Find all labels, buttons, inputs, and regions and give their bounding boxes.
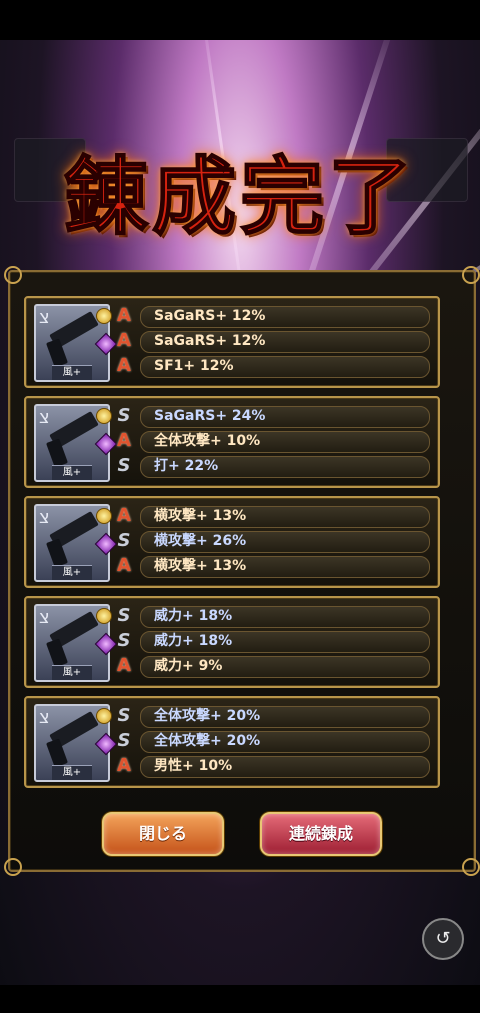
corner-ornament [462,858,480,876]
synthesis-result-card: צ 風+ S SaGaRS+ 24% A 全体攻撃+ 10% S 打+ 22% [24,396,440,488]
synthesis-result-card: צ 風+ S 全体攻撃+ 20% S 全体攻撃+ 20% A 男性+ 10% [24,696,440,788]
element-label: 風+ [52,565,92,580]
rank-icon: S [117,455,131,476]
stat-row: S 横攻撃+ 26% [114,530,430,553]
stat-row: A SaGaRS+ 12% [114,330,430,353]
stat-row: S 打+ 22% [114,455,430,478]
stat-row: A 全体攻撃+ 10% [114,430,430,453]
swirl-icon: צ [39,707,50,728]
swirl-icon: צ [39,607,50,628]
stat-text: 威力+ 9% [154,658,223,674]
rank-icon: S [117,705,131,726]
stat-row: A 威力+ 9% [114,655,430,678]
rank-icon: S [117,605,131,626]
stat-text: SaGaRS+ 12% [154,333,266,349]
stat-text: 横攻撃+ 13% [154,558,247,574]
stat-row: A 横攻撃+ 13% [114,555,430,578]
element-label: 風+ [52,365,92,380]
rank-icon: A [117,355,131,376]
stat-text: SaGaRS+ 24% [154,408,266,424]
rank-icon: A [117,305,131,326]
page-title: 錬成完了 [63,146,416,247]
stat-row: S 威力+ 18% [114,630,430,653]
rank-icon: S [117,630,131,651]
nav-bar [0,985,480,1013]
element-label: 風+ [52,465,92,480]
swirl-icon: צ [39,507,50,528]
pistol-icon[interactable]: צ 風+ [34,404,118,482]
stat-text: 威力+ 18% [154,608,233,624]
synthesis-result-card: צ 風+ S 威力+ 18% S 威力+ 18% A 威力+ 9% [24,596,440,688]
rank-icon: A [117,430,131,451]
rank-icon: S [117,730,131,751]
element-label: 風+ [52,765,92,780]
element-label: 風+ [52,665,92,680]
stat-text: 打+ 22% [154,458,219,474]
share-icon[interactable]: ↺ [422,918,464,960]
stat-row: S 全体攻撃+ 20% [114,705,430,728]
gold-coin-icon [96,308,112,324]
gold-coin-icon [96,608,112,624]
pistol-icon[interactable]: צ 風+ [34,304,118,382]
stat-text: 全体攻撃+ 20% [154,708,261,724]
gold-coin-icon [96,408,112,424]
stat-text: SF1+ 12% [154,358,234,374]
rank-icon: A [117,555,131,576]
rank-icon: A [117,505,131,526]
pistol-icon[interactable]: צ 風+ [34,504,118,582]
rank-icon: S [117,530,131,551]
swirl-icon: צ [39,307,50,328]
status-bar [0,0,480,40]
stat-row: A SaGaRS+ 12% [114,305,430,328]
synthesis-result-card: צ 風+ A 横攻撃+ 13% S 横攻撃+ 26% A 横攻撃+ 13% [24,496,440,588]
stat-text: 全体攻撃+ 10% [154,433,261,449]
stat-text: SaGaRS+ 12% [154,308,266,324]
stat-row: A 男性+ 10% [114,755,430,778]
stat-row: A SF1+ 12% [114,355,430,378]
pistol-icon[interactable]: צ 風+ [34,704,118,782]
stat-row: S SaGaRS+ 24% [114,405,430,428]
continuous-synthesis-button[interactable]: 連続錬成 [260,812,382,856]
stat-row: A 横攻撃+ 13% [114,505,430,528]
stat-row: S 全体攻撃+ 20% [114,730,430,753]
rank-icon: A [117,655,131,676]
stat-text: 横攻撃+ 26% [154,533,247,549]
stat-text: 横攻撃+ 13% [154,508,247,524]
stat-text: 威力+ 18% [154,633,233,649]
corner-ornament [4,858,22,876]
corner-ornament [4,266,22,284]
pistol-icon[interactable]: צ 風+ [34,604,118,682]
gold-coin-icon [96,708,112,724]
rank-icon: A [117,330,131,351]
stat-text: 全体攻撃+ 20% [154,733,261,749]
close-button[interactable]: 閉じる [102,812,224,856]
synthesis-result-card: צ 風+ A SaGaRS+ 12% A SaGaRS+ 12% A SF1+ 12% [24,296,440,388]
corner-ornament [462,266,480,284]
swirl-icon: צ [39,407,50,428]
stat-text: 男性+ 10% [154,758,233,774]
stat-row: S 威力+ 18% [114,605,430,628]
gold-coin-icon [96,508,112,524]
rank-icon: S [117,405,131,426]
rank-icon: A [117,755,131,776]
